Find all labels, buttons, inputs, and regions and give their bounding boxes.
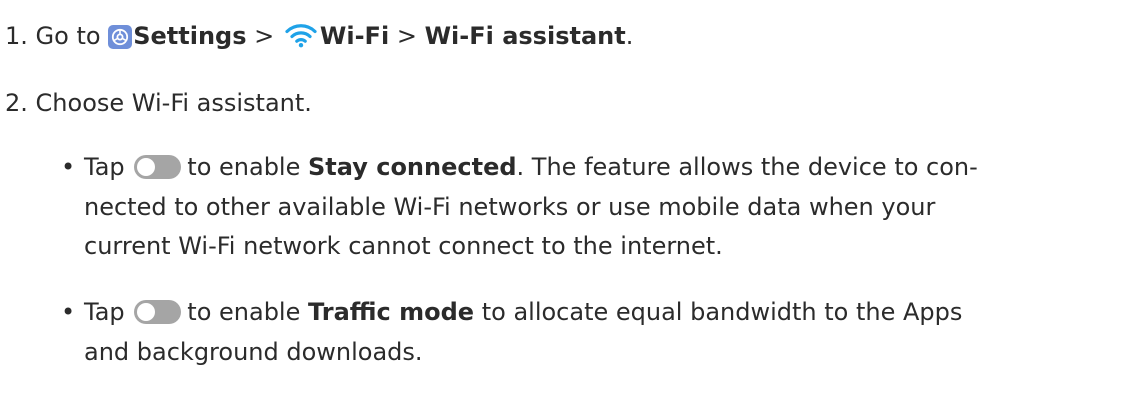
step-1-number: 1. [5, 22, 28, 50]
bullet-1-line-2: nected to other available Wi-Fi networks… [84, 193, 936, 221]
step-2: 2. Choose Wi-Fi assistant. [5, 85, 312, 121]
settings-gear-icon [108, 23, 133, 49]
bullet-2-rest: to allocate equal bandwidth to the Apps [481, 298, 963, 326]
tap-text: Tap [84, 153, 125, 181]
step-1-period: . [625, 22, 634, 50]
bullet-1-rest: . The feature allows the device to con- [516, 153, 978, 181]
breadcrumb-separator: > [254, 22, 275, 50]
breadcrumb-separator: > [396, 22, 417, 50]
enable-text: to enable [187, 298, 301, 326]
step-1-prefix: Go to [35, 22, 101, 50]
wifi-assistant-label: Wi-Fi assistant [424, 22, 626, 50]
bullet-1-line-1: Tap to enable Stay connected. The featur… [84, 149, 978, 185]
stay-connected-label: Stay connected [308, 153, 517, 181]
wifi-label: Wi-Fi [319, 22, 390, 50]
bullet-1-line-3: current Wi-Fi network cannot connect to … [84, 232, 723, 260]
bullet-marker: • [61, 298, 76, 326]
traffic-mode-label: Traffic mode [308, 298, 475, 326]
step-2-number: 2. [5, 89, 28, 117]
toggle-knob [137, 158, 156, 176]
bullet-2-line-1: Tap to enable Traffic mode to allocate e… [84, 294, 962, 330]
instruction-document: 1. Go to Settings > Wi-Fi > Wi-Fi assist… [0, 0, 1123, 405]
tap-text: Tap [84, 298, 125, 326]
step-2-text: Choose Wi-Fi assistant. [35, 89, 312, 117]
wifi-icon [284, 22, 318, 48]
bullet-2-line-2: and background downloads. [84, 338, 423, 366]
toggle-off-icon [134, 155, 182, 179]
enable-text: to enable [187, 153, 301, 181]
bullet-marker: • [61, 153, 76, 181]
settings-label: Settings [133, 22, 247, 50]
toggle-knob [137, 303, 156, 321]
step-1: 1. Go to Settings > Wi-Fi > Wi-Fi assist… [5, 18, 633, 54]
toggle-off-icon [134, 300, 182, 324]
